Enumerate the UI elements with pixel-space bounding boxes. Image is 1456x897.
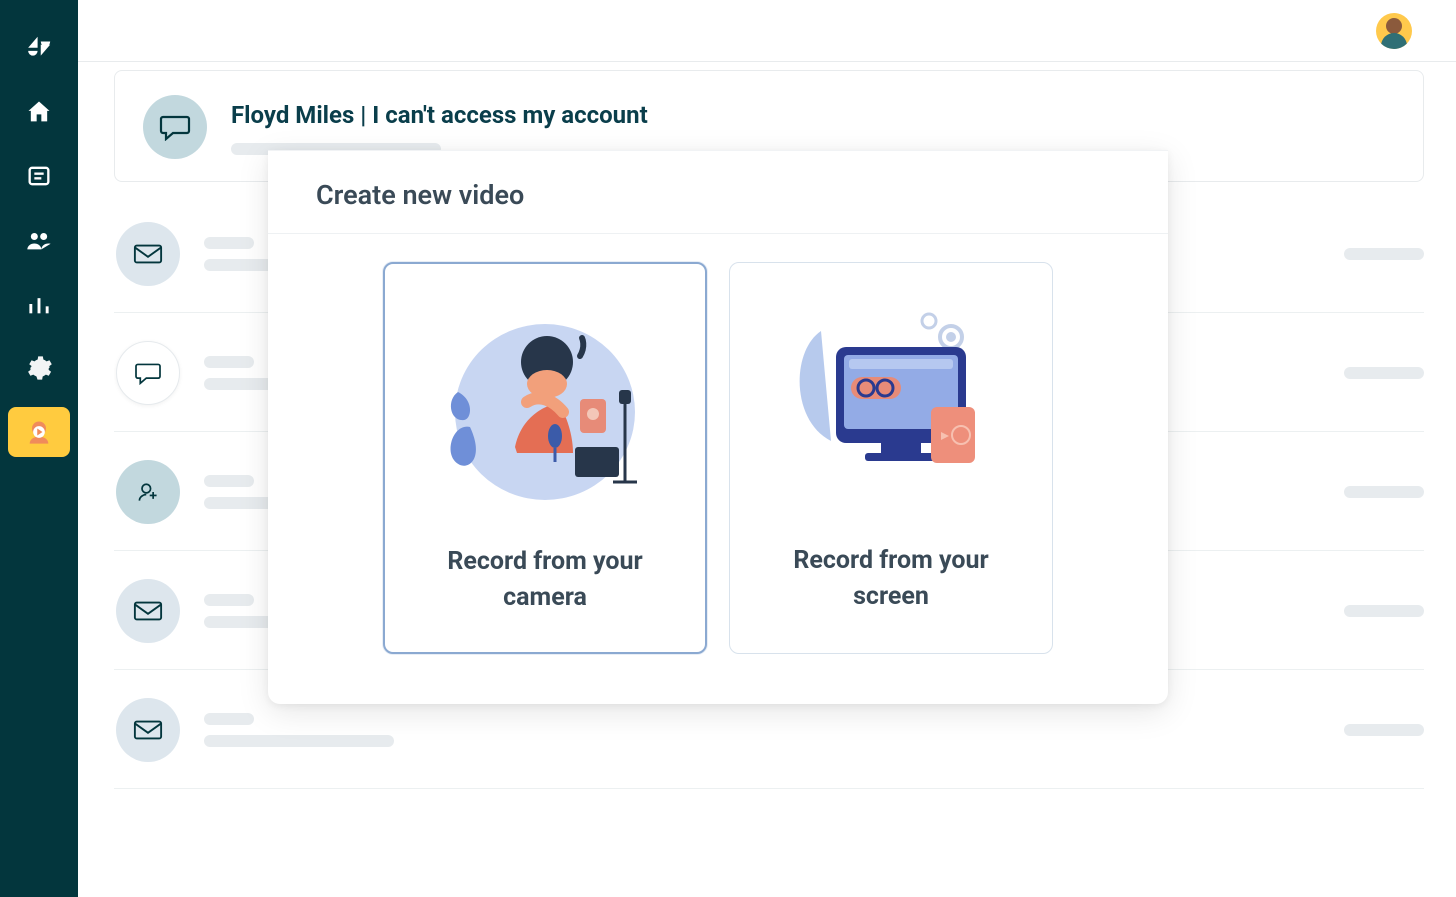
ticket-title: Floyd Miles | I can't access my account [231,101,1395,129]
skel-short [204,594,254,606]
record-camera-label: Record from your camera [385,544,705,617]
mail-icon [116,579,180,643]
skel-side [1344,248,1424,260]
nav-video-app[interactable] [0,400,78,464]
sidebar [0,0,78,897]
mail-icon [116,698,180,762]
skel-short [204,475,254,487]
create-video-panel: Create new video [268,150,1168,704]
skel-side [1344,367,1424,379]
skel-long [204,735,394,747]
camera-illustration [427,288,663,516]
zendesk-logo[interactable] [0,18,78,74]
record-screen-label: Record from your screen [730,543,1052,616]
record-camera-option[interactable]: Record from your camera [383,262,707,654]
skel-short [204,237,254,249]
chat-icon [116,341,180,405]
avatar[interactable] [1376,13,1412,49]
nav-reports[interactable] [0,272,78,336]
add-user-icon [116,460,180,524]
topbar [78,0,1456,62]
nav-customers[interactable] [0,208,78,272]
screen-illustration [773,287,1009,515]
nav-tickets[interactable] [0,144,78,208]
record-screen-option[interactable]: Record from your screen [729,262,1053,654]
skel-short [204,356,254,368]
skel-side [1344,605,1424,617]
chat-icon [143,95,207,159]
skel-side [1344,724,1424,736]
skel-short [204,713,254,725]
panel-title: Create new video [316,179,1120,211]
nav-settings[interactable] [0,336,78,400]
nav-home[interactable] [0,80,78,144]
list-item[interactable] [114,698,1424,762]
mail-icon [116,222,180,286]
skel-side [1344,486,1424,498]
